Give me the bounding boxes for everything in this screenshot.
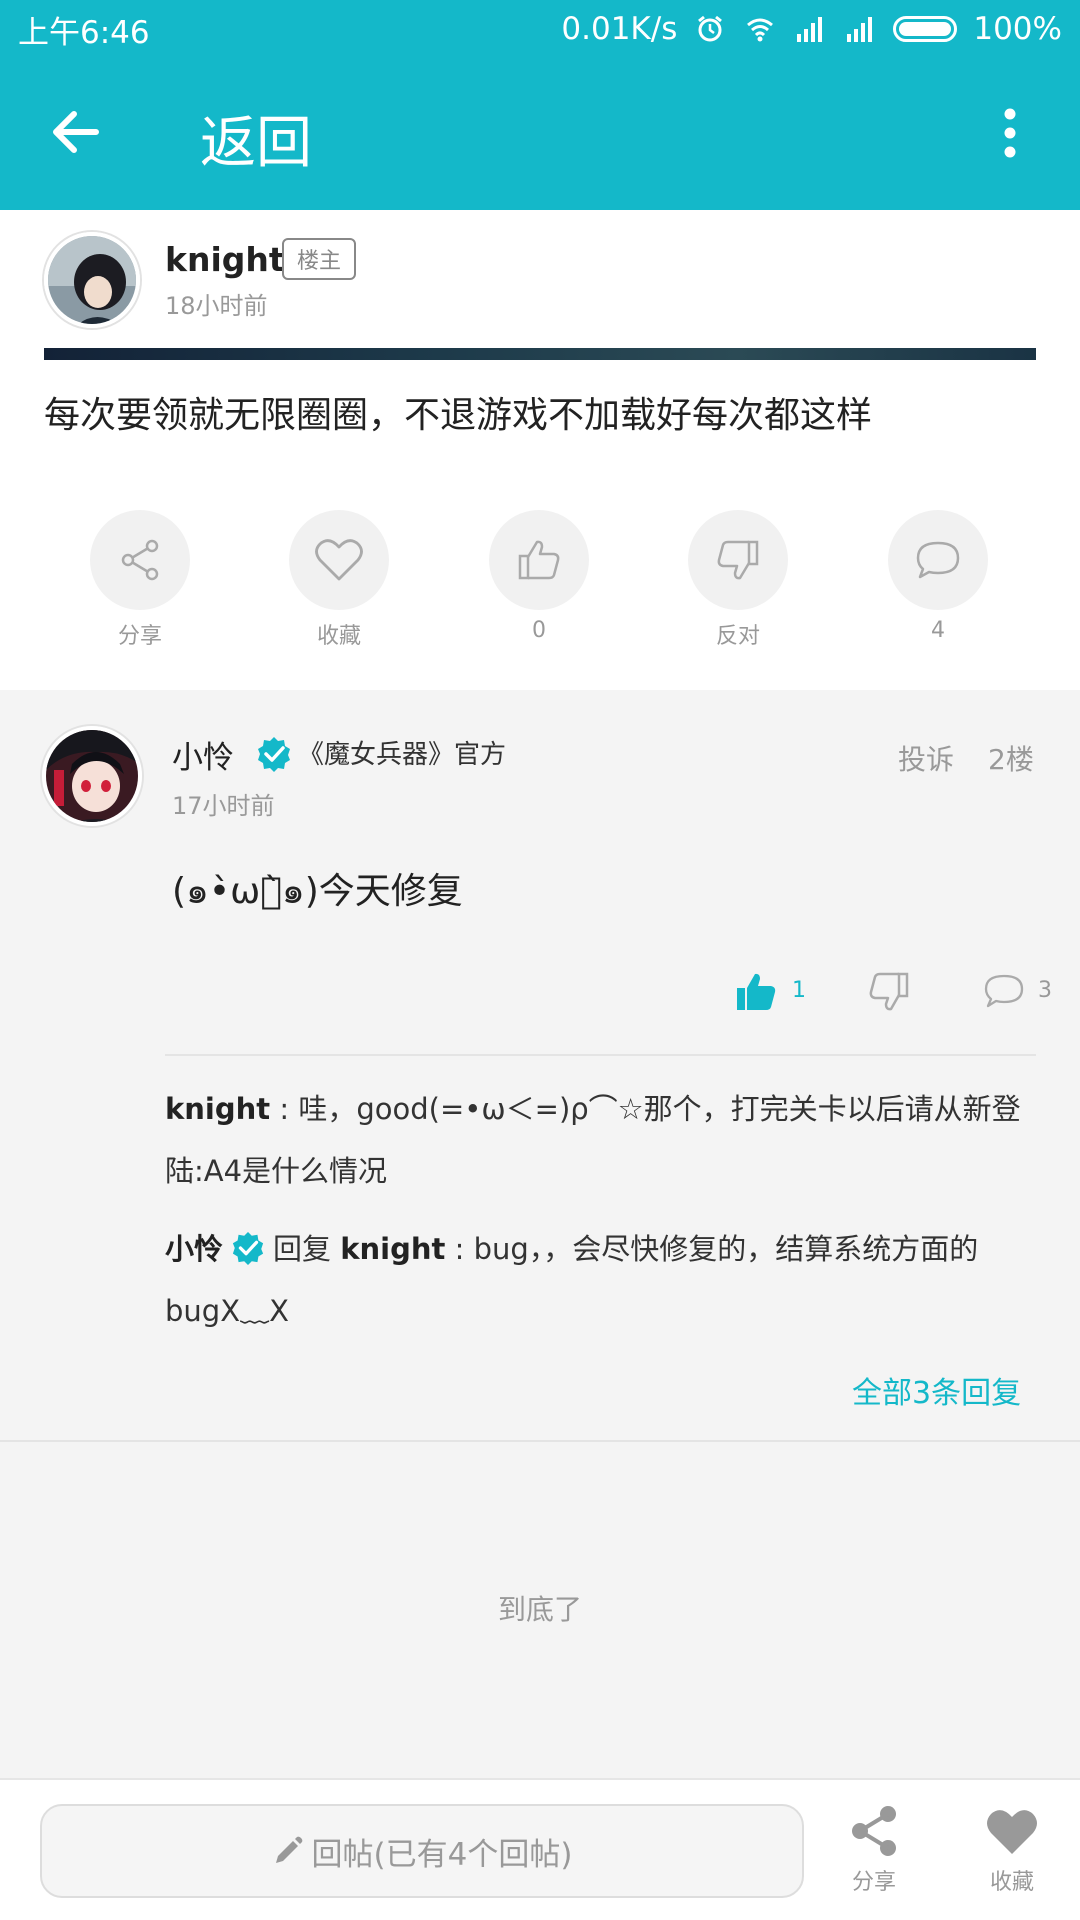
view-all-replies-link[interactable]: 全部3条回复 — [852, 1368, 1021, 1412]
like-button[interactable]: 0 — [479, 510, 599, 643]
battery-icon — [893, 16, 958, 42]
divider — [165, 1054, 1036, 1056]
comment-content: (๑•̀ωก̀๑)今天修复 — [172, 871, 463, 912]
share-icon — [121, 539, 159, 581]
end-of-list-label: 到底了 — [497, 1593, 582, 1626]
post-content: 每次要领就无限圈圈，不退游戏不加载好每次都这样 — [44, 395, 873, 436]
comment-button[interactable]: 4 — [878, 510, 998, 643]
wifi-icon — [747, 18, 774, 42]
reply-item[interactable]: knight : 哇，good(=•ω＜=)ρ⌒☆那个，打完关卡以后请从新登陆:… — [165, 1078, 1035, 1202]
report-button[interactable]: 投诉 — [898, 738, 954, 778]
reply-separator: : — [270, 1092, 299, 1126]
reply-author[interactable]: knight — [165, 1092, 270, 1126]
share-button[interactable]: 分享 — [80, 510, 200, 650]
divider — [0, 1440, 1080, 1442]
reply-author[interactable]: 小怜 — [165, 1232, 223, 1266]
thumbs-down-icon[interactable] — [866, 970, 910, 1014]
comment-time: 17小时前 — [172, 792, 275, 820]
signal-icon — [847, 17, 873, 42]
comment-reply-count: 3 — [1038, 978, 1052, 1003]
bottom-favorite-label: 收藏 — [989, 1870, 1034, 1895]
comment-icon[interactable] — [982, 972, 1026, 1012]
thumbs-down-icon — [717, 540, 759, 580]
official-tag: 《魔女兵器》官方 — [298, 740, 507, 770]
commenter-name[interactable]: 小怜 — [172, 732, 234, 777]
bottom-bar: 回帖(已有4个回帖) 分享 收藏 — [0, 1778, 1080, 1920]
reply-keyword: 回复 — [273, 1232, 332, 1266]
bottom-share-label: 分享 — [851, 1870, 896, 1895]
post-image[interactable] — [44, 348, 1036, 360]
app-bar: 返回 — [0, 58, 1080, 210]
heart-icon — [315, 539, 363, 581]
favorite-label: 收藏 — [316, 624, 361, 649]
thumbs-up-icon — [518, 540, 560, 580]
arrow-left-icon[interactable] — [46, 102, 106, 162]
reply-input[interactable]: 回帖(已有4个回帖) — [40, 1804, 804, 1898]
status-right: 0.01K/s 100% — [561, 11, 1062, 47]
signal-icon — [797, 17, 823, 42]
verified-badge-icon — [232, 1231, 264, 1265]
post-card: knight 楼主 18小时前 每次要领就无限圈圈，不退游戏不加载好每次都这样 … — [0, 210, 1080, 690]
bottom-share-button[interactable]: 分享 — [834, 1804, 914, 1896]
page-title[interactable]: 返回 — [200, 98, 312, 179]
comment-item: 小怜 《魔女兵器》官方 17小时前 投诉 2楼 (๑•̀ωก̀๑)今天修复 1 … — [0, 690, 1080, 1440]
favorite-button[interactable]: 收藏 — [279, 510, 399, 650]
owner-badge: 楼主 — [282, 238, 356, 280]
dislike-button[interactable]: 反对 — [678, 510, 798, 650]
post-actions: 分享 收藏 0 反对 4 — [0, 510, 1080, 650]
reply-target[interactable]: knight — [340, 1232, 445, 1266]
pencil-icon — [275, 1836, 302, 1863]
comment-count: 4 — [931, 618, 945, 643]
battery-level: 100% — [973, 11, 1062, 47]
share-icon — [852, 1806, 896, 1856]
avatar[interactable] — [44, 232, 140, 328]
heart-filled-icon — [987, 1810, 1037, 1854]
verified-badge-icon — [258, 737, 290, 772]
reply-placeholder: 回帖(已有4个回帖) — [311, 1836, 573, 1873]
share-label: 分享 — [117, 624, 162, 649]
post-time: 18小时前 — [165, 292, 268, 320]
author-name[interactable]: knight — [165, 240, 285, 279]
comment-icon — [916, 541, 960, 579]
thumbs-up-filled-icon[interactable] — [734, 970, 778, 1014]
bottom-favorite-button[interactable]: 收藏 — [972, 1804, 1052, 1896]
more-vertical-icon[interactable] — [1000, 104, 1020, 164]
network-speed: 0.01K/s — [561, 11, 678, 47]
dislike-label: 反对 — [715, 624, 760, 649]
comment-actions: 1 3 — [0, 970, 1080, 1030]
status-time: 上午6:46 — [18, 14, 150, 51]
alarm-icon — [698, 15, 723, 42]
comment-like-count: 1 — [792, 978, 806, 1003]
avatar[interactable] — [42, 726, 142, 826]
status-bar: 上午6:46 0.01K/s 100% — [0, 0, 1080, 58]
reply-separator: : — [445, 1232, 474, 1266]
like-count: 0 — [532, 618, 546, 643]
reply-item[interactable]: 小怜 回复 knight : bug，，会尽快修复的，结算系统方面的bugX﹏X — [165, 1218, 1035, 1342]
floor-number: 2楼 — [988, 743, 1034, 776]
